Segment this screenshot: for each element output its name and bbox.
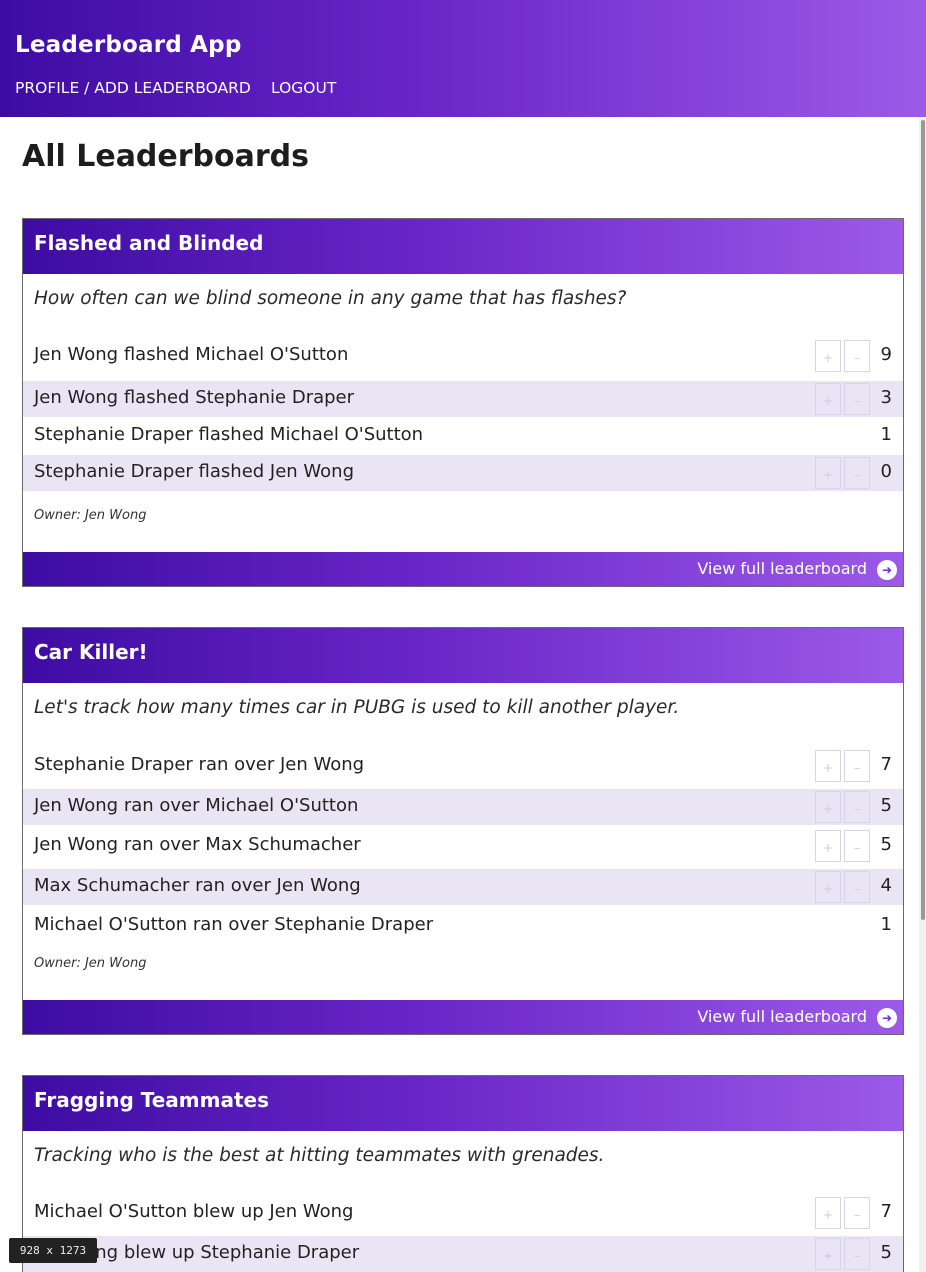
entry-text: Max Schumacher ran over Jen Wong [34, 875, 361, 896]
entry-text: Jen Wong flashed Michael O'Sutton [34, 344, 349, 365]
leaderboard-entry: Max Schumacher ran over Jen Wong + – 4 [23, 869, 903, 905]
leaderboard-card: Car Killer! Let's track how many times c… [22, 627, 904, 1035]
entry-text: Jen Wong ran over Michael O'Sutton [34, 795, 359, 816]
leaderboard-card: Fragging Teammates Tracking who is the b… [22, 1075, 904, 1272]
entry-score: 5 [880, 1242, 892, 1263]
entry-text: Stephanie Draper flashed Jen Wong [34, 461, 355, 482]
decrement-button[interactable]: – [844, 340, 870, 372]
entry-text: Jen Wong ran over Max Schumacher [34, 834, 361, 855]
card-header: Flashed and Blinded [23, 219, 903, 274]
decrement-button[interactable]: – [844, 457, 870, 489]
leaderboard-entry: Stephanie Draper flashed Michael O'Sutto… [23, 418, 903, 454]
arrow-right-circle-icon[interactable]: ➜ [877, 1008, 897, 1028]
leaderboard-entry: Michael O'Sutton blew up Jen Wong + – 7 [23, 1195, 903, 1231]
entry-text: Michael O'Sutton blew up Jen Wong [34, 1201, 354, 1222]
leaderboard-entry: Jen Wong flashed Michael O'Sutton + – 9 [23, 338, 903, 374]
entry-score: 7 [880, 754, 892, 775]
leaderboard-entry: Jen Wong ran over Max Schumacher + – 5 [23, 828, 903, 864]
leaderboard-description: How often can we blind someone in any ga… [34, 288, 627, 309]
view-full-leaderboard-link[interactable]: View full leaderboard [697, 1007, 867, 1026]
increment-button[interactable]: + [815, 791, 841, 823]
increment-button[interactable]: + [815, 871, 841, 903]
increment-button[interactable]: + [815, 340, 841, 372]
card-header: Car Killer! [23, 628, 903, 683]
leaderboard-card: Flashed and Blinded How often can we bli… [22, 218, 904, 587]
entry-score: 9 [880, 344, 892, 365]
decrement-button[interactable]: – [844, 791, 870, 823]
navbar: Leaderboard App PROFILE / ADD LEADERBOAR… [0, 0, 926, 117]
decrement-button[interactable]: – [844, 750, 870, 782]
entry-text: Stephanie Draper ran over Jen Wong [34, 754, 365, 775]
nav-link-profile[interactable]: PROFILE / ADD LEADERBOARD [15, 79, 251, 97]
entry-score: 5 [880, 834, 892, 855]
entry-score: 3 [880, 387, 892, 408]
increment-button[interactable]: + [815, 750, 841, 782]
entry-score: 5 [880, 795, 892, 816]
increment-button[interactable]: + [815, 383, 841, 415]
decrement-button[interactable]: – [844, 383, 870, 415]
leaderboard-entry: Jen Wong blew up Stephanie Draper + – 5 [23, 1236, 903, 1272]
leaderboard-title[interactable]: Car Killer! [34, 640, 148, 664]
nav-link-logout[interactable]: LOGOUT [271, 79, 336, 97]
card-footer[interactable]: View full leaderboard ➜ [23, 552, 903, 586]
scrollbar-thumb[interactable] [921, 120, 925, 920]
leaderboard-entry: Michael O'Sutton ran over Stephanie Drap… [23, 908, 903, 944]
increment-button[interactable]: + [815, 457, 841, 489]
view-full-leaderboard-link[interactable]: View full leaderboard [697, 559, 867, 578]
decrement-button[interactable]: – [844, 1197, 870, 1229]
leaderboard-title[interactable]: Fragging Teammates [34, 1088, 269, 1112]
increment-button[interactable]: + [815, 1197, 841, 1229]
leaderboard-title[interactable]: Flashed and Blinded [34, 231, 263, 255]
entry-score: 1 [880, 914, 892, 935]
entry-text: Jen Wong flashed Stephanie Draper [34, 387, 355, 408]
leaderboard-entry: Stephanie Draper flashed Jen Wong + – 0 [23, 455, 903, 491]
size-badge: 928 x 1273 [9, 1238, 97, 1263]
decrement-button[interactable]: – [844, 830, 870, 862]
increment-button[interactable]: + [815, 830, 841, 862]
app-brand[interactable]: Leaderboard App [15, 32, 242, 58]
leaderboard-entry: Jen Wong ran over Michael O'Sutton + – 5 [23, 789, 903, 825]
owner-label: Owner: Jen Wong [34, 508, 147, 523]
entry-score: 4 [880, 875, 892, 896]
leaderboard-description: Tracking who is the best at hitting team… [34, 1145, 605, 1166]
decrement-button[interactable]: – [844, 1238, 870, 1270]
entry-score: 1 [880, 424, 892, 445]
arrow-right-circle-icon[interactable]: ➜ [877, 560, 897, 580]
card-footer[interactable]: View full leaderboard ➜ [23, 1000, 903, 1034]
leaderboard-entry: Stephanie Draper ran over Jen Wong + – 7 [23, 748, 903, 784]
entry-text: Stephanie Draper flashed Michael O'Sutto… [34, 424, 424, 445]
leaderboard-description: Let's track how many times car in PUBG i… [34, 697, 680, 718]
increment-button[interactable]: + [815, 1238, 841, 1270]
entry-score: 0 [880, 461, 892, 482]
entry-text: Michael O'Sutton ran over Stephanie Drap… [34, 914, 434, 935]
leaderboard-entry: Jen Wong flashed Stephanie Draper + – 3 [23, 381, 903, 417]
entry-score: 7 [880, 1201, 892, 1222]
owner-label: Owner: Jen Wong [34, 956, 147, 971]
decrement-button[interactable]: – [844, 871, 870, 903]
page-title: All Leaderboards [22, 139, 310, 174]
card-header: Fragging Teammates [23, 1076, 903, 1131]
